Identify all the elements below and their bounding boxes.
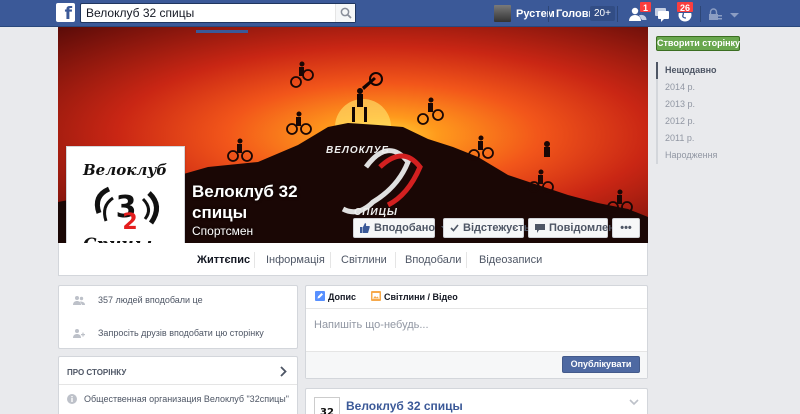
year-item[interactable]: 2012 р. <box>656 113 746 130</box>
search-box <box>80 3 356 23</box>
about-title[interactable]: ПРО СТОРІНКУ <box>67 368 126 377</box>
avatar <box>494 5 511 22</box>
logo-number-2: 2 <box>122 210 137 235</box>
search-icon <box>340 7 352 19</box>
post-author-avatar[interactable]: 32 <box>314 397 340 414</box>
svg-text:32: 32 <box>320 407 334 414</box>
composer-tab-post[interactable]: Допис <box>315 291 356 302</box>
likes-count-text: 357 людей вподобали це <box>98 295 203 305</box>
notifications-button[interactable]: 26 <box>676 1 696 24</box>
pencil-icon <box>315 291 325 301</box>
logo-text-top: Велоклуб <box>83 161 168 179</box>
account-menu-button[interactable] <box>726 4 746 24</box>
invite-friends-text: Запросіть друзів вподобати цю сторінку <box>98 328 264 338</box>
divider <box>548 6 549 22</box>
divider <box>59 384 297 385</box>
composer-footer: Опублікувати <box>306 351 647 378</box>
message-button[interactable]: Повідомлення <box>528 218 628 238</box>
post-card: 32 Велоклуб 32 спицы <box>305 388 648 414</box>
likes-count-row[interactable]: 357 людей вподобали це <box>73 295 203 305</box>
messages-button[interactable] <box>652 4 672 24</box>
checkmark-icon <box>450 224 459 232</box>
liked-button[interactable]: Вподобано <box>353 218 449 238</box>
tab-likes[interactable]: Вподобали <box>405 254 461 266</box>
about-description-row: Общественная организация Велоклуб "32спи… <box>67 394 289 404</box>
year-item[interactable]: 2014 р. <box>656 79 746 96</box>
search-input[interactable] <box>81 4 331 22</box>
cover-logo-subtitle: СПИЦЫ <box>354 207 398 218</box>
facebook-logo-icon[interactable]: f <box>56 3 75 22</box>
year-item[interactable]: Нещодавно <box>656 62 746 79</box>
publish-button[interactable]: Опублікувати <box>562 356 640 373</box>
chevron-down-icon[interactable] <box>629 399 639 406</box>
club-logo-thumb: 32 <box>320 407 334 414</box>
about-description: Общественная организация Велоклуб "32спи… <box>84 394 289 404</box>
more-options-button[interactable]: ••• <box>612 218 640 238</box>
top-navigation-bar: f Рустем Головна 20+ 1 26 <box>0 0 800 27</box>
page-title[interactable]: Велоклуб 32 спицы <box>192 181 342 223</box>
tab-photos[interactable]: Світлини <box>341 254 387 266</box>
more-icon: ••• <box>620 222 632 234</box>
message-icon <box>535 223 545 233</box>
about-card: ПРО СТОРІНКУ Общественная организация Ве… <box>58 356 298 414</box>
caret-down-icon <box>730 13 739 18</box>
search-button[interactable] <box>335 4 355 22</box>
post-author-name[interactable]: Велоклуб 32 спицы <box>346 399 463 413</box>
year-item[interactable]: 2011 р. <box>656 130 746 147</box>
notifications-badge: 26 <box>676 1 695 13</box>
friend-requests-badge: 1 <box>639 1 653 13</box>
photo-icon <box>371 291 381 301</box>
likes-card: 357 людей вподобали це Запросіть друзів … <box>58 285 298 349</box>
tab-timeline[interactable]: Життєпис <box>197 254 250 266</box>
friend-requests-button[interactable]: 1 <box>628 1 653 24</box>
tab-videos[interactable]: Відеозаписи <box>479 254 542 266</box>
active-tab-indicator <box>196 30 248 33</box>
chevron-right-icon[interactable] <box>280 366 287 377</box>
lock-icon <box>709 8 722 20</box>
liked-label: Вподобано <box>374 222 436 234</box>
page-category[interactable]: Спортсмен <box>192 224 253 238</box>
divider <box>254 252 255 268</box>
following-button[interactable]: Відстежується <box>443 218 543 238</box>
tab-about[interactable]: Інформація <box>266 254 325 266</box>
page-tabs-bar: Життєпис Інформація Світлини Вподобали В… <box>58 243 648 276</box>
post-composer: Допис Світлини / Відео Напишіть що-небуд… <box>305 285 648 379</box>
year-item[interactable]: Народження <box>656 147 746 164</box>
divider <box>330 252 331 268</box>
composer-tab-photo[interactable]: Світлини / Відео <box>371 291 458 302</box>
divider <box>617 6 618 22</box>
privacy-shortcuts-button[interactable] <box>705 4 725 24</box>
invite-friends-row[interactable]: Запросіть друзів вподобати цю сторінку <box>73 328 264 338</box>
people-icon <box>73 296 85 305</box>
year-item[interactable]: 2013 р. <box>656 96 746 113</box>
divider <box>700 6 701 22</box>
create-page-button[interactable]: Створити сторінку <box>656 36 740 51</box>
divider <box>466 252 467 268</box>
composer-tabs: Допис Світлини / Відео <box>306 286 647 309</box>
home-count-badge: 20+ <box>590 6 615 21</box>
timeline-year-nav: Нещодавно 2014 р. 2013 р. 2012 р. 2011 р… <box>656 62 746 164</box>
thumbs-up-icon <box>360 223 370 234</box>
composer-input[interactable]: Напишіть що-небудь... <box>314 319 429 331</box>
divider <box>395 252 396 268</box>
composer-tab-post-label: Допис <box>328 292 356 302</box>
composer-tab-photo-label: Світлини / Відео <box>384 292 458 302</box>
person-add-icon <box>73 329 85 338</box>
info-icon <box>67 394 77 404</box>
messages-icon <box>655 8 669 22</box>
cover-logo-title: ВЕЛОКЛУБ <box>326 145 390 156</box>
